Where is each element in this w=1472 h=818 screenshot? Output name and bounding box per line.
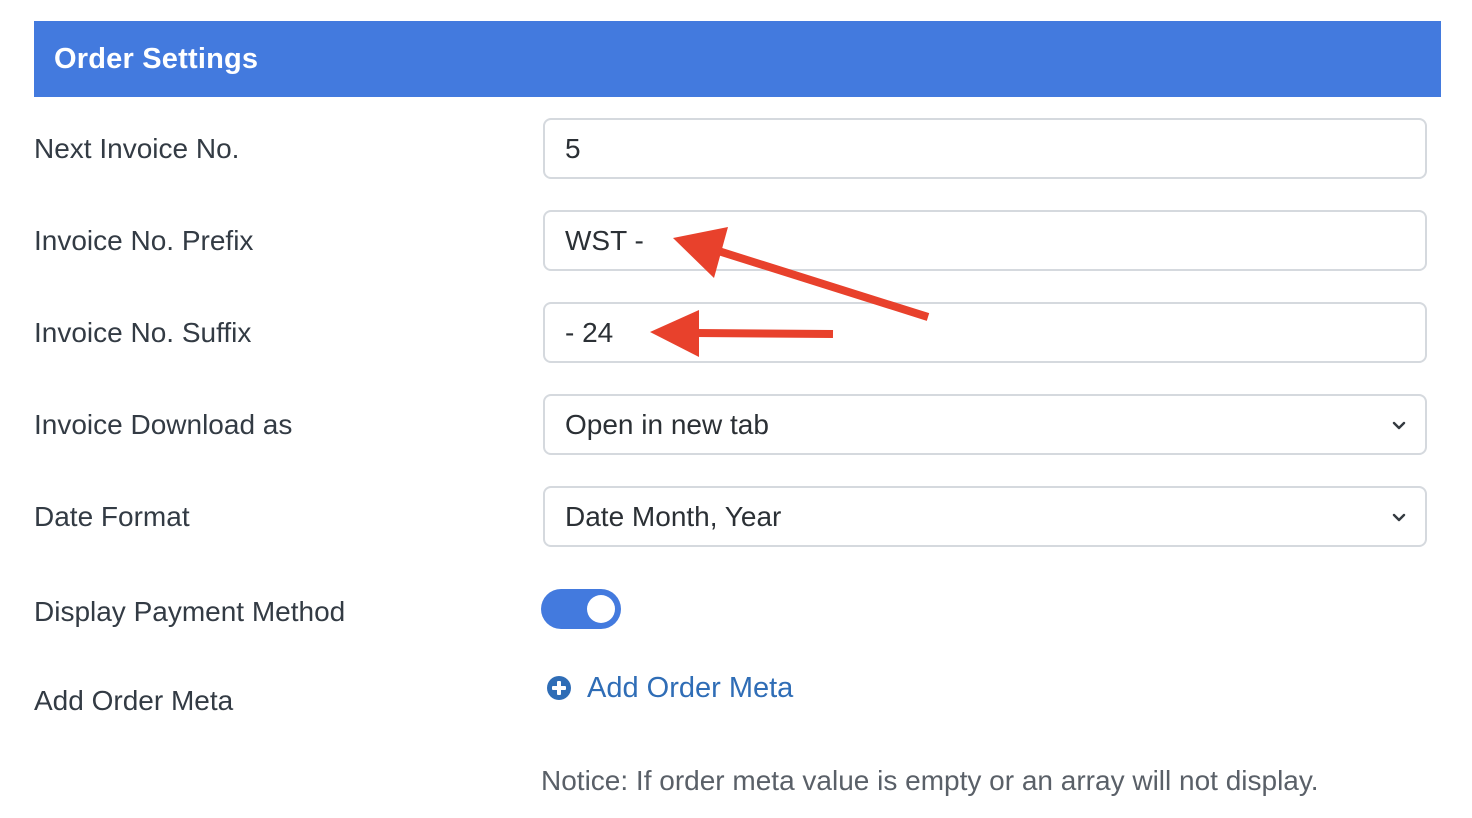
toggle-knob (587, 595, 615, 623)
invoice-download-selected: Open in new tab (565, 409, 769, 440)
chevron-down-icon (1392, 513, 1406, 522)
next-invoice-no-value: 5 (565, 133, 581, 164)
date-format-label: Date Format (34, 501, 190, 532)
plus-circle-icon (547, 676, 571, 700)
invoice-download-select[interactable]: Open in new tab (543, 394, 1427, 455)
next-invoice-no-label: Next Invoice No. (34, 133, 240, 164)
add-order-meta-label: Add Order Meta (34, 685, 234, 716)
add-order-meta-link[interactable]: Add Order Meta (546, 668, 793, 708)
invoice-suffix-value: - 24 (565, 317, 614, 348)
order-meta-notice: Notice: If order meta value is empty or … (541, 765, 1319, 796)
invoice-suffix-label: Invoice No. Suffix (34, 317, 252, 348)
chevron-down-icon (1392, 421, 1406, 430)
display-payment-method-label: Display Payment Method (34, 596, 346, 627)
add-order-meta-link-label: Add Order Meta (587, 671, 794, 704)
invoice-prefix-value: WST - (565, 225, 644, 256)
invoice-download-label: Invoice Download as (34, 409, 293, 440)
invoice-prefix-label: Invoice No. Prefix (34, 225, 254, 256)
invoice-prefix-input[interactable]: WST - (543, 210, 1427, 271)
next-invoice-no-input[interactable]: 5 (543, 118, 1427, 179)
invoice-suffix-input[interactable]: - 24 (543, 302, 1427, 363)
display-payment-method-toggle[interactable] (541, 589, 621, 629)
order-settings-header: Order Settings (34, 21, 1441, 97)
date-format-select[interactable]: Date Month, Year (543, 486, 1427, 547)
date-format-selected: Date Month, Year (565, 501, 782, 532)
panel-title: Order Settings (54, 43, 259, 75)
